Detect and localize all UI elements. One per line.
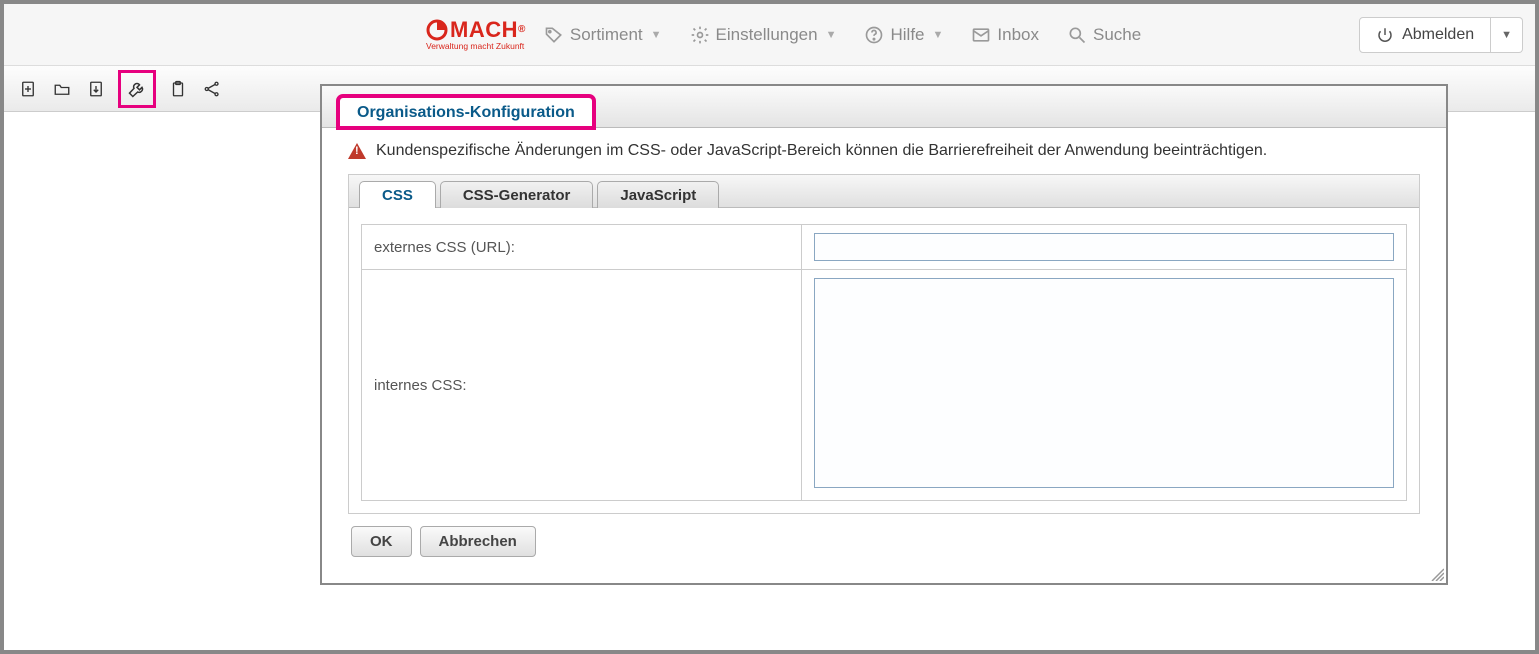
- external-css-label: externes CSS (URL):: [374, 239, 515, 256]
- warning-text: Kundenspezifische Änderungen im CSS- ode…: [376, 142, 1267, 160]
- clipboard-icon[interactable]: [166, 77, 190, 101]
- inner-tab-javascript[interactable]: JavaScript: [597, 181, 719, 208]
- logout-group: Abmelden ▼: [1359, 17, 1523, 53]
- nav-label: Suche: [1093, 25, 1141, 45]
- nav-einstellungen[interactable]: Einstellungen ▼: [690, 25, 837, 45]
- help-icon: [864, 25, 884, 45]
- logout-caret[interactable]: ▼: [1491, 17, 1523, 53]
- cancel-button[interactable]: Abbrechen: [420, 526, 536, 557]
- ok-label: OK: [370, 533, 393, 550]
- chevron-down-icon: ▼: [651, 29, 662, 41]
- ok-button[interactable]: OK: [351, 526, 412, 557]
- external-css-label-cell: externes CSS (URL):: [362, 225, 802, 270]
- internal-css-label-cell: internes CSS:: [362, 270, 802, 501]
- tab-label: JavaScript: [620, 187, 696, 204]
- tag-icon: [544, 25, 564, 45]
- mail-icon: [971, 25, 991, 45]
- nav-suche[interactable]: Suche: [1067, 25, 1141, 45]
- chevron-down-icon: ▼: [826, 29, 837, 41]
- internal-css-textarea-cell: [802, 270, 1407, 501]
- nav-hilfe[interactable]: Hilfe ▼: [864, 25, 943, 45]
- external-css-input-cell: [802, 225, 1407, 270]
- inner-tab-css[interactable]: CSS: [359, 181, 436, 208]
- new-file-icon[interactable]: [16, 77, 40, 101]
- top-header: MACH® Verwaltung macht Zukunft Sortiment…: [4, 4, 1535, 66]
- config-panel: Organisations-Konfiguration Kundenspezif…: [320, 84, 1448, 585]
- panel-tabbar: Organisations-Konfiguration: [322, 86, 1446, 128]
- brand-name: MACH: [450, 19, 518, 41]
- search-icon: [1067, 25, 1087, 45]
- nav-label: Inbox: [997, 25, 1039, 45]
- inner-tab-css-generator[interactable]: CSS-Generator: [440, 181, 594, 208]
- share-icon[interactable]: [200, 77, 224, 101]
- cancel-label: Abbrechen: [439, 533, 517, 550]
- form-table: externes CSS (URL): internes CSS:: [361, 224, 1407, 501]
- external-css-input[interactable]: [814, 233, 1394, 261]
- panel-title: Organisations-Konfiguration: [357, 104, 575, 121]
- button-row: OK Abbrechen: [348, 514, 1420, 569]
- logout-label: Abmelden: [1402, 26, 1474, 44]
- folder-icon[interactable]: [50, 77, 74, 101]
- nav-inbox[interactable]: Inbox: [971, 25, 1039, 45]
- tab-organisations-konfiguration[interactable]: Organisations-Konfiguration: [338, 96, 594, 128]
- import-icon[interactable]: [84, 77, 108, 101]
- logout-button[interactable]: Abmelden: [1359, 17, 1491, 53]
- resize-grip-icon[interactable]: [1430, 567, 1444, 581]
- brand-logo: MACH® Verwaltung macht Zukunft: [426, 19, 526, 51]
- header-nav: Sortiment ▼ Einstellungen ▼ Hilfe ▼ Inbo…: [544, 25, 1141, 45]
- nav-label: Hilfe: [890, 25, 924, 45]
- form-area: externes CSS (URL): internes CSS:: [349, 208, 1419, 513]
- gear-icon: [690, 25, 710, 45]
- warning-message: Kundenspezifische Änderungen im CSS- ode…: [348, 142, 1420, 160]
- nav-sortiment[interactable]: Sortiment ▼: [544, 25, 662, 45]
- internal-css-textarea[interactable]: [814, 278, 1394, 488]
- internal-css-label: internes CSS:: [374, 377, 467, 394]
- inner-box: CSS CSS-Generator JavaScript externes CS…: [348, 174, 1420, 514]
- power-icon: [1376, 26, 1394, 44]
- nav-label: Sortiment: [570, 25, 643, 45]
- inner-tabs: CSS CSS-Generator JavaScript: [349, 175, 1419, 208]
- tab-label: CSS-Generator: [463, 187, 571, 204]
- chevron-down-icon: ▼: [933, 29, 944, 41]
- warning-icon: [348, 143, 366, 159]
- panel-body: Kundenspezifische Änderungen im CSS- ode…: [322, 128, 1446, 583]
- nav-label: Einstellungen: [716, 25, 818, 45]
- wrench-icon[interactable]: [118, 70, 156, 108]
- brand-tagline: Verwaltung macht Zukunft: [426, 42, 526, 51]
- tab-label: CSS: [382, 187, 413, 204]
